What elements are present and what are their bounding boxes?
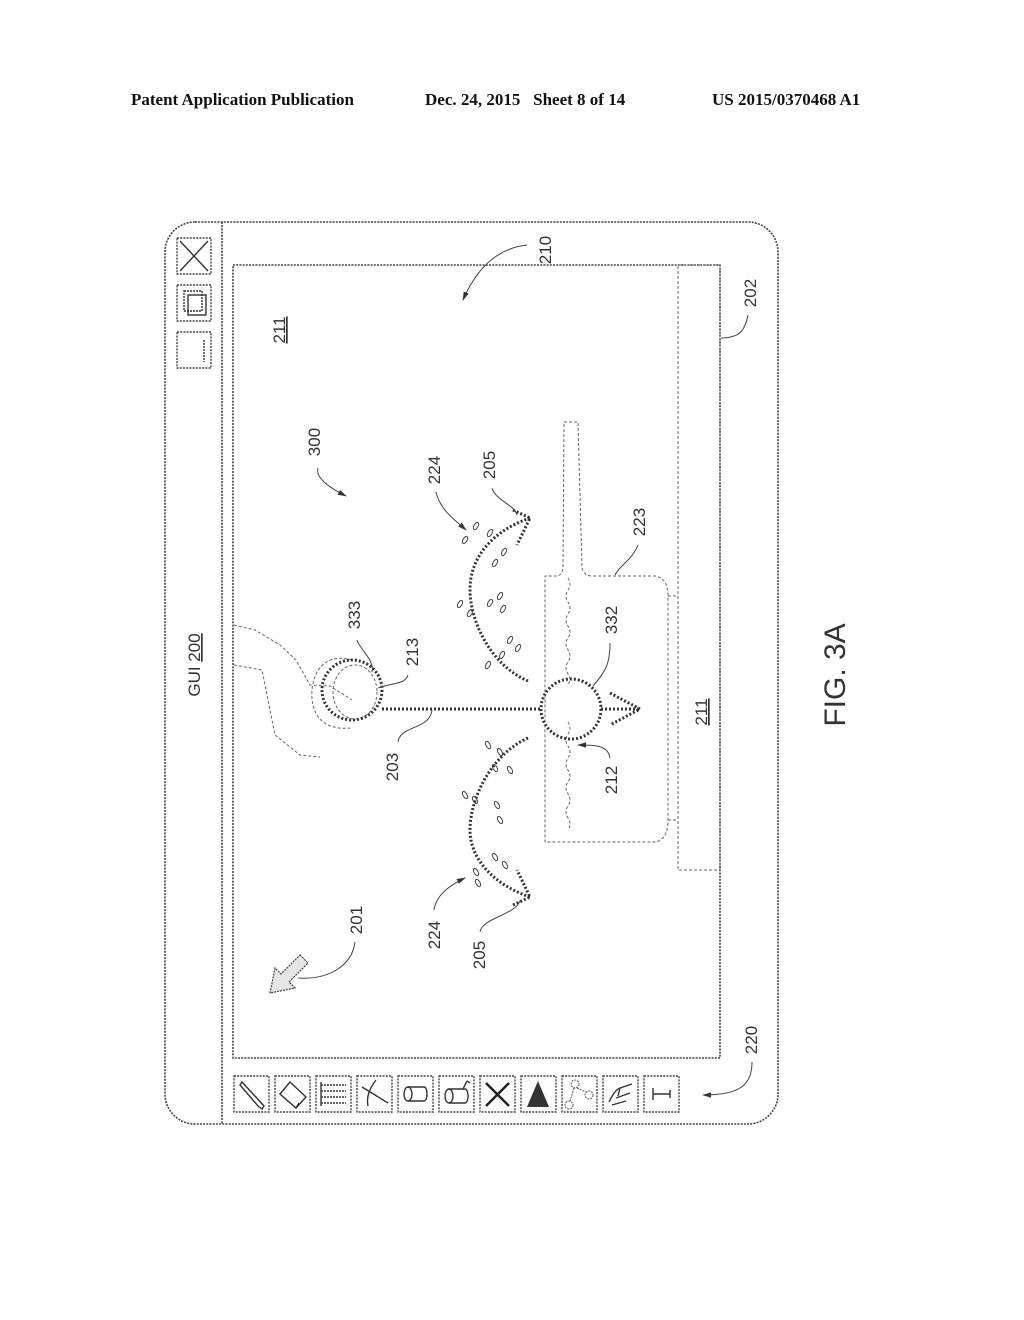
ref-label-203: 203 bbox=[383, 753, 402, 781]
ref-label-210: 210 bbox=[536, 236, 555, 264]
cone-tool-button[interactable] bbox=[520, 1075, 557, 1113]
delete-tool-button[interactable] bbox=[479, 1075, 516, 1113]
ref-label-332: 332 bbox=[602, 606, 621, 634]
ref-label-205-bottom: 205 bbox=[470, 941, 489, 969]
splash-upper bbox=[456, 508, 533, 683]
target-circle bbox=[539, 677, 603, 741]
gui-window-frame bbox=[164, 221, 779, 1125]
node-graph-tool-button[interactable] bbox=[561, 1075, 598, 1113]
canvas-area[interactable] bbox=[232, 264, 721, 1059]
ref-lead-202 bbox=[720, 314, 749, 339]
ref-label-333: 333 bbox=[345, 601, 364, 629]
ref-label-211-top: 211 bbox=[270, 316, 289, 343]
panel-strip bbox=[677, 264, 721, 871]
ref-lead-332 bbox=[592, 642, 611, 687]
minimize-button[interactable] bbox=[176, 331, 212, 369]
ref-lead-223 bbox=[614, 544, 639, 576]
ref-arrow-212 bbox=[577, 742, 611, 759]
cylinder-spout-tool-button[interactable] bbox=[438, 1075, 475, 1113]
window-title: GUI 200 bbox=[185, 633, 204, 696]
ref-label-224-top: 224 bbox=[425, 456, 444, 484]
hand-outline bbox=[233, 624, 378, 758]
ref-label-212: 212 bbox=[602, 766, 621, 794]
ref-arrow-224-bottom bbox=[433, 877, 466, 911]
ref-arrow-210 bbox=[462, 244, 528, 301]
ref-arrow-224-top bbox=[435, 491, 467, 531]
ref-label-205-top: 205 bbox=[480, 451, 499, 479]
ref-label-300: 300 bbox=[305, 428, 324, 456]
ref-arrow-220 bbox=[702, 1061, 753, 1098]
cut-line-tool-button[interactable] bbox=[356, 1075, 393, 1113]
pencil-tool-button[interactable] bbox=[233, 1075, 270, 1113]
restore-button[interactable] bbox=[176, 284, 212, 322]
figure-title: FIG. 3A bbox=[819, 623, 852, 726]
toolbar bbox=[233, 1075, 680, 1113]
patent-figure: GUI 200 210 202 211 211 300 223 333 213 … bbox=[164, 221, 852, 1125]
ref-label-223: 223 bbox=[630, 508, 649, 536]
ref-label-201: 201 bbox=[347, 906, 366, 934]
close-button[interactable] bbox=[176, 237, 212, 275]
ref-lead-203 bbox=[397, 709, 433, 743]
eraser-tool-button[interactable] bbox=[274, 1075, 311, 1113]
ref-label-211-bottom: 211 bbox=[692, 698, 711, 725]
ref-lead-213 bbox=[377, 674, 409, 689]
splash-lower bbox=[461, 736, 533, 907]
ref-lead-201 bbox=[297, 941, 356, 979]
cursor-arrow-icon bbox=[269, 954, 309, 994]
hand-gesture-tool-button[interactable] bbox=[602, 1075, 639, 1113]
ref-label-202: 202 bbox=[741, 279, 760, 307]
ref-label-224-bottom: 224 bbox=[425, 921, 444, 949]
cylinder-tool-button[interactable] bbox=[397, 1075, 434, 1113]
ref-arrow-300 bbox=[317, 467, 347, 497]
flow-lines-tool-button[interactable] bbox=[315, 1075, 352, 1113]
ref-label-213: 213 bbox=[403, 638, 422, 666]
text-tool-button[interactable] bbox=[643, 1075, 680, 1113]
ref-label-220: 220 bbox=[742, 1026, 761, 1054]
liquid-surface-upper bbox=[565, 577, 571, 685]
direction-arrow bbox=[601, 691, 644, 727]
touch-circle bbox=[320, 658, 384, 722]
